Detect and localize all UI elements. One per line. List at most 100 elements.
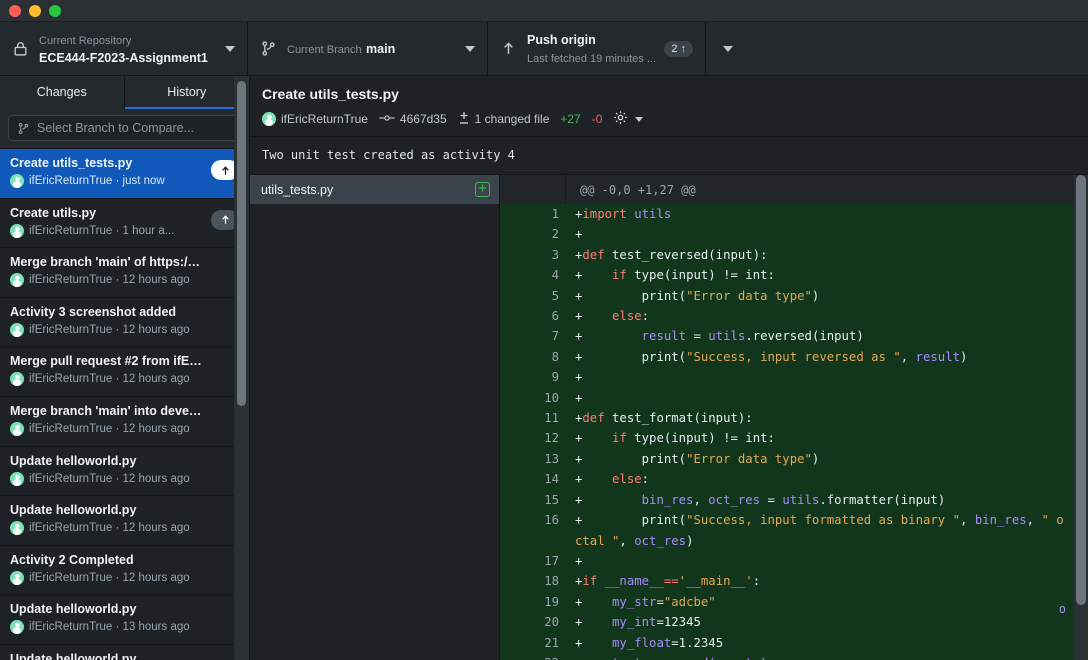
push-origin-text: Push origin Last fetched 19 minutes ... [527, 31, 658, 67]
diff-line: 17 + [500, 550, 1088, 572]
diff-viewer[interactable]: @@ -0,0 +1,27 @@ 1 +import utils 2 +3 +def t… [500, 175, 1088, 660]
diff-line-new-number: 15 [533, 489, 566, 511]
diff-line-new-number: 20 [533, 612, 566, 633]
push-origin-subtitle: Last fetched 19 minutes ... [527, 52, 657, 65]
diff-line-content: + else: [575, 472, 650, 487]
github-desktop-window: Current Repository ECE444-F2023-Assignme… [0, 0, 1088, 660]
current-repository-label: Current Repository [39, 34, 132, 47]
commit-list-item-author-time: ifEricReturnTrue · 1 hour a... [29, 224, 175, 237]
diff-line-content: + if type(input) != int: [575, 268, 775, 283]
diff-scrollbar-track[interactable] [1074, 175, 1088, 660]
commit-list-item-title: Update helloworld.py [10, 503, 137, 518]
push-dropdown-button[interactable] [706, 22, 750, 75]
gear-icon [613, 110, 628, 128]
diff-line-new-number: 17 [533, 550, 566, 572]
tab-history[interactable]: History [124, 76, 249, 109]
diff-line-content: + print("Success, input reversed as ", r… [575, 349, 968, 364]
commit-list-item-author-time: ifEricReturnTrue · 12 hours ago [29, 571, 190, 584]
commit-list-item-author-time: ifEricReturnTrue · 12 hours ago [29, 422, 190, 435]
commit-meta-row: ifEricReturnTrue 4667d35 1 changed file … [262, 110, 1076, 128]
diff-line: 9 + [500, 367, 1088, 388]
diff-line-new-number: 8 [533, 346, 566, 368]
diff-line-new-number: 18 [533, 571, 566, 592]
commit-history-list[interactable]: Create utils_tests.py ifEricReturnTrue · … [0, 149, 249, 660]
compare-branch-container: Select Branch to Compare... [0, 109, 249, 149]
diff-line-content: + print("Error data type") [575, 288, 820, 303]
commit-list-item-meta: ifEricReturnTrue · 12 hours ago [10, 322, 239, 337]
diff-line-new-number: 9 [533, 367, 566, 388]
commit-list-item[interactable]: Activity 2 Completed ifEricReturnTrue · 1… [0, 545, 249, 596]
commit-list-item[interactable]: Update helloworld.pyifEricReturnTrue · 1… [0, 644, 249, 660]
commit-list-item-meta: ifEricReturnTrue · 12 hours ago [10, 471, 239, 486]
diff-line-content: + my_float=1.2345 [575, 635, 724, 650]
diff-line: 16 + print("Success, input formatted as b… [500, 510, 1088, 551]
commit-detail-pane: Create utils_tests.py ifEricReturnTrue 4… [250, 76, 1088, 660]
chevron-down-icon [465, 45, 475, 52]
diff-line-content: + else: [575, 309, 650, 324]
commit-list-item-title: Create utils.py [10, 205, 97, 220]
diff-line: 1 +import utils [500, 204, 1088, 225]
compare-branch-placeholder: Select Branch to Compare... [37, 121, 195, 135]
push-origin-button[interactable]: Push origin Last fetched 19 minutes ... … [488, 22, 706, 75]
chevron-down-icon [225, 45, 235, 52]
commit-list-item-title: Update helloworld.py [10, 651, 137, 660]
commit-list-item[interactable]: Update helloworld.pyifEricReturnTrue · 1… [0, 595, 249, 645]
arrow-up-icon [500, 40, 517, 57]
commit-list-item[interactable]: Create utils_tests.py ifEricReturnTrue · … [0, 149, 249, 199]
current-branch-label: Current Branch [287, 43, 362, 56]
diff-line-content: + my_int=12345 [575, 615, 701, 630]
current-branch-text: Current Branch main [287, 40, 457, 58]
diff-line-new-number: 2 [533, 224, 566, 245]
commit-list-item[interactable]: Merge branch 'main' of https://git... ifE… [0, 248, 249, 298]
diff-line-new-number: 6 [533, 306, 566, 327]
sidebar-scrollbar-thumb[interactable] [237, 81, 246, 406]
commit-title: Create utils_tests.py [262, 86, 399, 102]
commit-list-item[interactable]: Merge pull request #2 from ifEric... ifEr… [0, 347, 249, 397]
avatar [10, 273, 24, 288]
commit-list-item[interactable]: Update helloworld.pyifEricReturnTrue · 1… [0, 446, 249, 497]
file-name: utils_tests.py [261, 182, 334, 197]
avatar [262, 112, 276, 126]
diff-line: 12 + if type(input) != int: [500, 428, 1088, 449]
sidebar-scrollbar-track[interactable] [234, 76, 249, 660]
commit-list-item[interactable]: Update helloworld.pyifEricReturnTrue · 1… [0, 496, 249, 546]
commit-sha[interactable]: 4667d35 [379, 112, 447, 127]
window-titlebar [0, 0, 1088, 22]
diff-line-content: + if type(input) != int: [575, 431, 775, 446]
compare-branch-input[interactable]: Select Branch to Compare... [8, 115, 241, 141]
diff-line-content: +import utils [575, 207, 672, 221]
diff-line-content: +if __name__=='__main__': [575, 574, 761, 589]
minimize-window-button[interactable] [29, 4, 41, 17]
commit-list-item-meta: ifEricReturnTrue · 12 hours ago [10, 570, 239, 585]
commit-list-item[interactable]: Merge branch 'main' into develop ifEricRe… [0, 396, 249, 447]
hunk-header-text: @@ -0,0 +1,27 @@ [580, 182, 696, 197]
commit-author: ifEricReturnTrue [262, 112, 368, 126]
diff-line-new-number: 10 [533, 387, 566, 409]
tab-changes[interactable]: Changes [0, 76, 125, 109]
chevron-down-icon [635, 116, 644, 122]
diff-line-content: + result = utils.reversed(input) [575, 329, 864, 344]
commit-list-item-author-time: ifEricReturnTrue · 12 hours ago [29, 373, 190, 386]
current-repository-button[interactable]: Current Repository ECE444-F2023-Assignme… [0, 22, 248, 75]
commit-list-item-author-time: ifEricReturnTrue · 12 hours ago [29, 323, 190, 336]
main-toolbar: Current Repository ECE444-F2023-Assignme… [0, 22, 1088, 76]
commit-icon [379, 112, 395, 127]
diff-line-content: + test_reversed(my_str) [566, 653, 1088, 660]
commit-list-item[interactable]: Create utils.py ifEricReturnTrue · 1 hour… [0, 198, 249, 249]
diff-line: 10 + [500, 387, 1088, 409]
close-window-button[interactable] [9, 4, 21, 17]
current-branch-button[interactable]: Current Branch main [248, 22, 488, 75]
diff-line-new-number: 1 [533, 204, 566, 225]
file-list-item[interactable]: utils_tests.py + [250, 175, 499, 204]
maximize-window-button[interactable] [49, 4, 61, 17]
diff-scrollbar-thumb[interactable] [1076, 175, 1086, 605]
avatar [10, 322, 24, 337]
diff-settings-button[interactable] [613, 110, 644, 128]
branch-icon [260, 40, 277, 57]
commit-list-item[interactable]: Activity 3 screenshot added ifEricReturnT… [0, 297, 249, 348]
commit-list-item-title: Activity 2 Completed [10, 552, 134, 567]
app-body: Changes History Select Branch to Compare… [0, 76, 1088, 660]
commit-author-name: ifEricReturnTrue [281, 112, 368, 126]
changed-files: 1 changed file [458, 111, 549, 128]
additions-count: +27 [560, 112, 581, 126]
